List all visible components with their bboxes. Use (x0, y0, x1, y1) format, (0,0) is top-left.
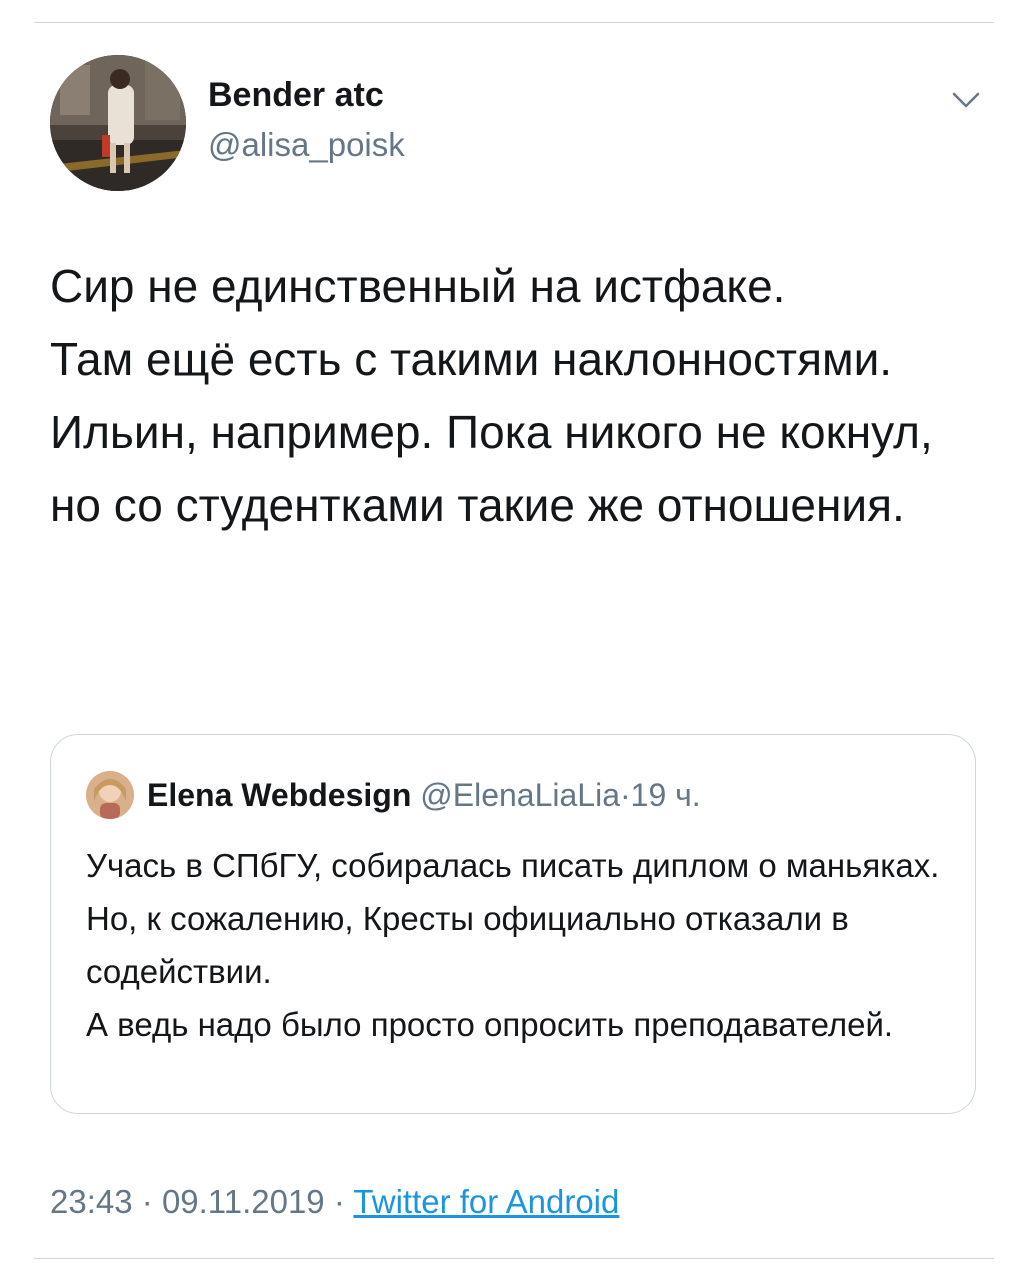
tweet-source-link[interactable]: Twitter for Android (353, 1183, 619, 1220)
tweet-time: 23:43 (50, 1183, 133, 1220)
tweet-meta: 23:43 · 09.11.2019 · Twitter for Android (50, 1180, 619, 1224)
quoted-separator: · (619, 777, 631, 813)
bottom-divider (34, 1258, 994, 1259)
profile-photo-icon (50, 55, 186, 191)
quoted-tweet-card[interactable]: Elena Webdesign @ElenaLiaLia·19 ч. Учась… (50, 734, 976, 1114)
quoted-tweet-header: Elena Webdesign @ElenaLiaLia·19 ч. (147, 775, 701, 815)
chevron-down-icon[interactable] (948, 86, 984, 112)
tweet-text: Сир не единственный на истфаке. Там ещё … (50, 260, 933, 531)
top-divider (34, 22, 994, 23)
author-handle[interactable]: @alisa_poisk (208, 126, 405, 164)
meta-separator: · (333, 1183, 345, 1220)
author-avatar[interactable] (50, 55, 186, 191)
tweet-date: 09.11.2019 (161, 1183, 325, 1220)
meta-separator: · (141, 1183, 153, 1220)
quoted-tweet-text: Учась в СПбГУ, собиралась писать диплом … (86, 847, 940, 1043)
quoted-author-avatar (86, 771, 134, 819)
quoted-author-handle: @ElenaLiaLia (420, 777, 620, 813)
quoted-time: 19 ч. (630, 777, 701, 813)
author-name[interactable]: Bender atc (208, 76, 384, 115)
profile-photo-icon (86, 771, 134, 819)
quoted-author-name: Elena Webdesign (147, 777, 412, 813)
